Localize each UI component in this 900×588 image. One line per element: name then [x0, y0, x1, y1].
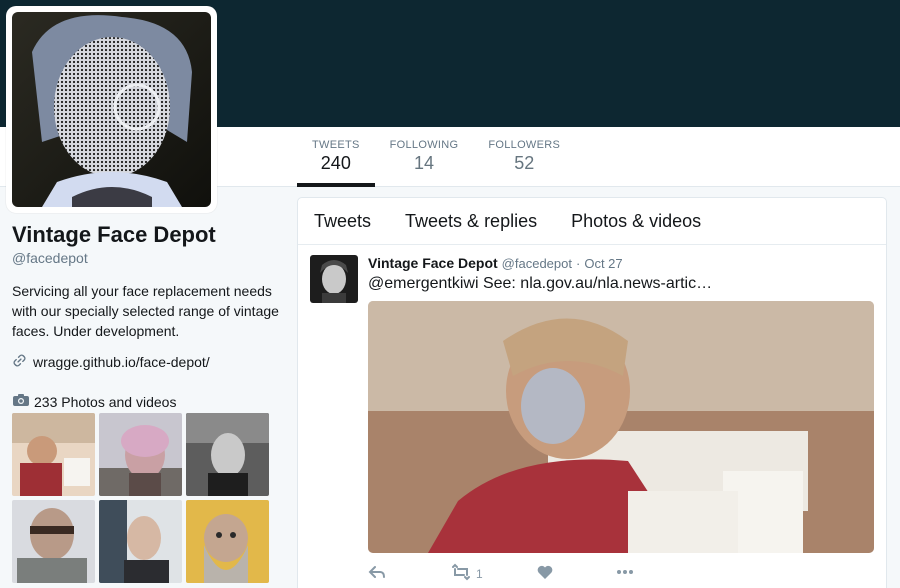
- photo-thumb[interactable]: [99, 413, 182, 496]
- like-icon: [536, 563, 554, 584]
- stat-value: 52: [514, 153, 535, 173]
- photo-thumb[interactable]: [186, 413, 269, 496]
- reply-icon: [368, 563, 386, 584]
- tweet-media[interactable]: [368, 301, 874, 553]
- timeline: Tweets Tweets & replies Photos & videos …: [297, 197, 887, 588]
- stat-label: FOLLOWING: [389, 139, 459, 151]
- retweet-icon: [452, 563, 470, 584]
- tweet-separator: ·: [575, 256, 581, 271]
- photo-thumb[interactable]: [12, 413, 95, 496]
- more-button[interactable]: [616, 563, 656, 584]
- tab-photos-videos[interactable]: Photos & videos: [571, 211, 701, 232]
- profile-bio: Servicing all your face replacement need…: [12, 283, 279, 339]
- like-button[interactable]: [536, 563, 616, 584]
- tweet-author-name[interactable]: Vintage Face Depot: [368, 255, 498, 271]
- camera-icon: [12, 393, 30, 410]
- photo-thumb[interactable]: [99, 500, 182, 583]
- stat-tweets[interactable]: TWEETS 240: [297, 127, 375, 187]
- retweet-button[interactable]: 1: [452, 563, 536, 584]
- photos-header[interactable]: 233 Photos and videos: [12, 393, 282, 410]
- profile-link-text[interactable]: wragge.github.io/face-depot/: [33, 354, 210, 370]
- stat-label: TWEETS: [312, 139, 360, 151]
- stat-following[interactable]: FOLLOWING 14: [375, 127, 474, 187]
- photo-thumb[interactable]: [186, 500, 269, 583]
- profile-name[interactable]: Vintage Face Depot: [12, 222, 282, 248]
- profile-handle[interactable]: @facedepot: [12, 250, 282, 266]
- reply-button[interactable]: [368, 563, 452, 584]
- photos-count[interactable]: 233 Photos and videos: [34, 394, 176, 410]
- stat-followers[interactable]: FOLLOWERS 52: [473, 127, 575, 187]
- retweet-count: 1: [476, 566, 483, 581]
- profile-card: Vintage Face Depot @facedepot Servicing …: [12, 222, 282, 410]
- stat-value: 14: [413, 153, 435, 173]
- stat-value: 240: [320, 153, 351, 173]
- photo-grid: [12, 413, 269, 583]
- tab-tweets[interactable]: Tweets: [314, 211, 371, 232]
- tab-tweets-replies[interactable]: Tweets & replies: [405, 211, 537, 232]
- timeline-tabs: Tweets Tweets & replies Photos & videos: [298, 198, 886, 245]
- tweet-actions: 1: [368, 563, 874, 584]
- tweet-date[interactable]: Oct 27: [584, 256, 622, 271]
- profile-link[interactable]: wragge.github.io/face-depot/: [12, 353, 282, 371]
- photo-thumb[interactable]: [12, 500, 95, 583]
- profile-avatar[interactable]: [6, 6, 217, 213]
- profile-stats: TWEETS 240 FOLLOWING 14 FOLLOWERS 52: [297, 127, 575, 187]
- more-icon: [616, 563, 634, 584]
- tweet-text[interactable]: @emergentkiwi See: nla.gov.au/nla.news-a…: [368, 275, 874, 293]
- tweet-avatar[interactable]: [310, 255, 358, 303]
- tweet-author-handle[interactable]: @facedepot: [502, 256, 572, 271]
- stat-label: FOLLOWERS: [488, 139, 561, 151]
- link-icon: [12, 353, 27, 371]
- tweet[interactable]: Vintage Face Depot @facedepot · Oct 27 @…: [298, 245, 886, 588]
